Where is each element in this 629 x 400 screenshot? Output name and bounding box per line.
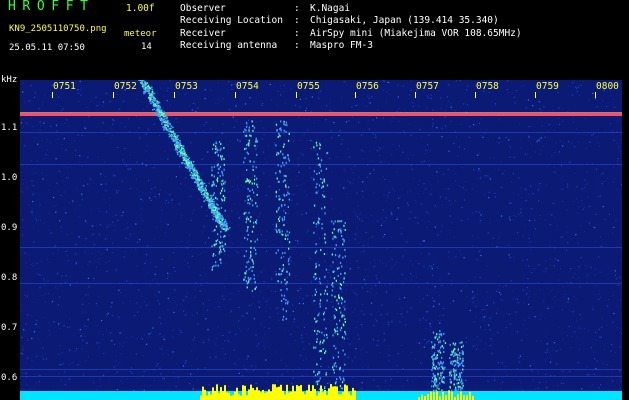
x-tick-mark (355, 92, 356, 98)
x-tick-label: 0751 (53, 81, 76, 92)
x-tick-label: 0757 (416, 81, 439, 92)
x-tick-mark (535, 92, 536, 98)
x-tick-mark (52, 92, 53, 98)
station-info: Observer: K.Nagai Receiving Location: Chig… (180, 3, 522, 52)
x-tick-mark (113, 92, 114, 98)
info-sep: : (294, 15, 300, 27)
info-value: K.Nagai (310, 3, 351, 14)
x-tick-label: 0756 (356, 81, 379, 92)
x-tick-mark (415, 92, 416, 98)
x-tick-mark (475, 92, 476, 98)
info-key: Receiving Location (180, 15, 283, 27)
y-tick-label: 0.7 (1, 323, 18, 333)
info-row-observer: Observer: K.Nagai (180, 3, 522, 15)
x-tick-mark (296, 92, 297, 98)
info-sep: : (294, 27, 300, 39)
info-key: Observer (180, 3, 226, 14)
info-row-receiver: Receiver: AirSpy mini (Miakejima VOR 108.… (180, 28, 522, 40)
y-axis-unit: kHz (1, 75, 18, 85)
y-tick-label: 0.6 (1, 373, 18, 383)
meteor-label: meteor (124, 29, 157, 39)
spectrogram (20, 80, 622, 400)
info-sep: : (294, 39, 300, 51)
info-row-location: Receiving Location: Chigasaki, Japan (139… (180, 15, 522, 27)
info-sep: : (294, 3, 300, 14)
x-tick-label: 0755 (297, 81, 320, 92)
info-key: Receiving antenna (180, 39, 278, 51)
x-tick-label: 0753 (175, 81, 198, 92)
x-tick-mark (235, 92, 236, 98)
info-value: Maspro FM-3 (310, 39, 373, 51)
datetime-label: 25.05.11 07:50 (9, 43, 85, 53)
info-value: Chigasaki, Japan (139.414 35.340) (310, 15, 499, 27)
y-tick-label: 0.8 (1, 273, 18, 283)
info-row-antenna: Receiving antenna: Maspro FM-3 (180, 40, 522, 52)
x-tick-label: 0752 (114, 81, 137, 92)
x-tick-label: 0800 (596, 81, 619, 92)
meteor-count: 14 (141, 42, 152, 52)
x-tick-label: 0759 (536, 81, 559, 92)
version-label: 1.00f (126, 3, 155, 14)
y-tick-label: 1.1 (1, 123, 18, 133)
info-key: Receiver (180, 27, 226, 39)
app-title: HROFFT (8, 0, 95, 14)
x-tick-label: 0754 (236, 81, 259, 92)
hrofft-window: HROFFT 1.00f KN9_2505110750.png meteor 1… (0, 0, 629, 400)
spectrogram-canvas (20, 80, 622, 400)
filename-label: KN9_2505110750.png (9, 24, 107, 34)
x-tick-mark (174, 92, 175, 98)
x-tick-label: 0758 (476, 81, 499, 92)
y-tick-label: 1.0 (1, 173, 18, 183)
info-value: AirSpy mini (Miakejima VOR 108.65MHz) (310, 27, 522, 39)
y-tick-label: 0.9 (1, 223, 18, 233)
x-tick-mark (595, 92, 596, 98)
